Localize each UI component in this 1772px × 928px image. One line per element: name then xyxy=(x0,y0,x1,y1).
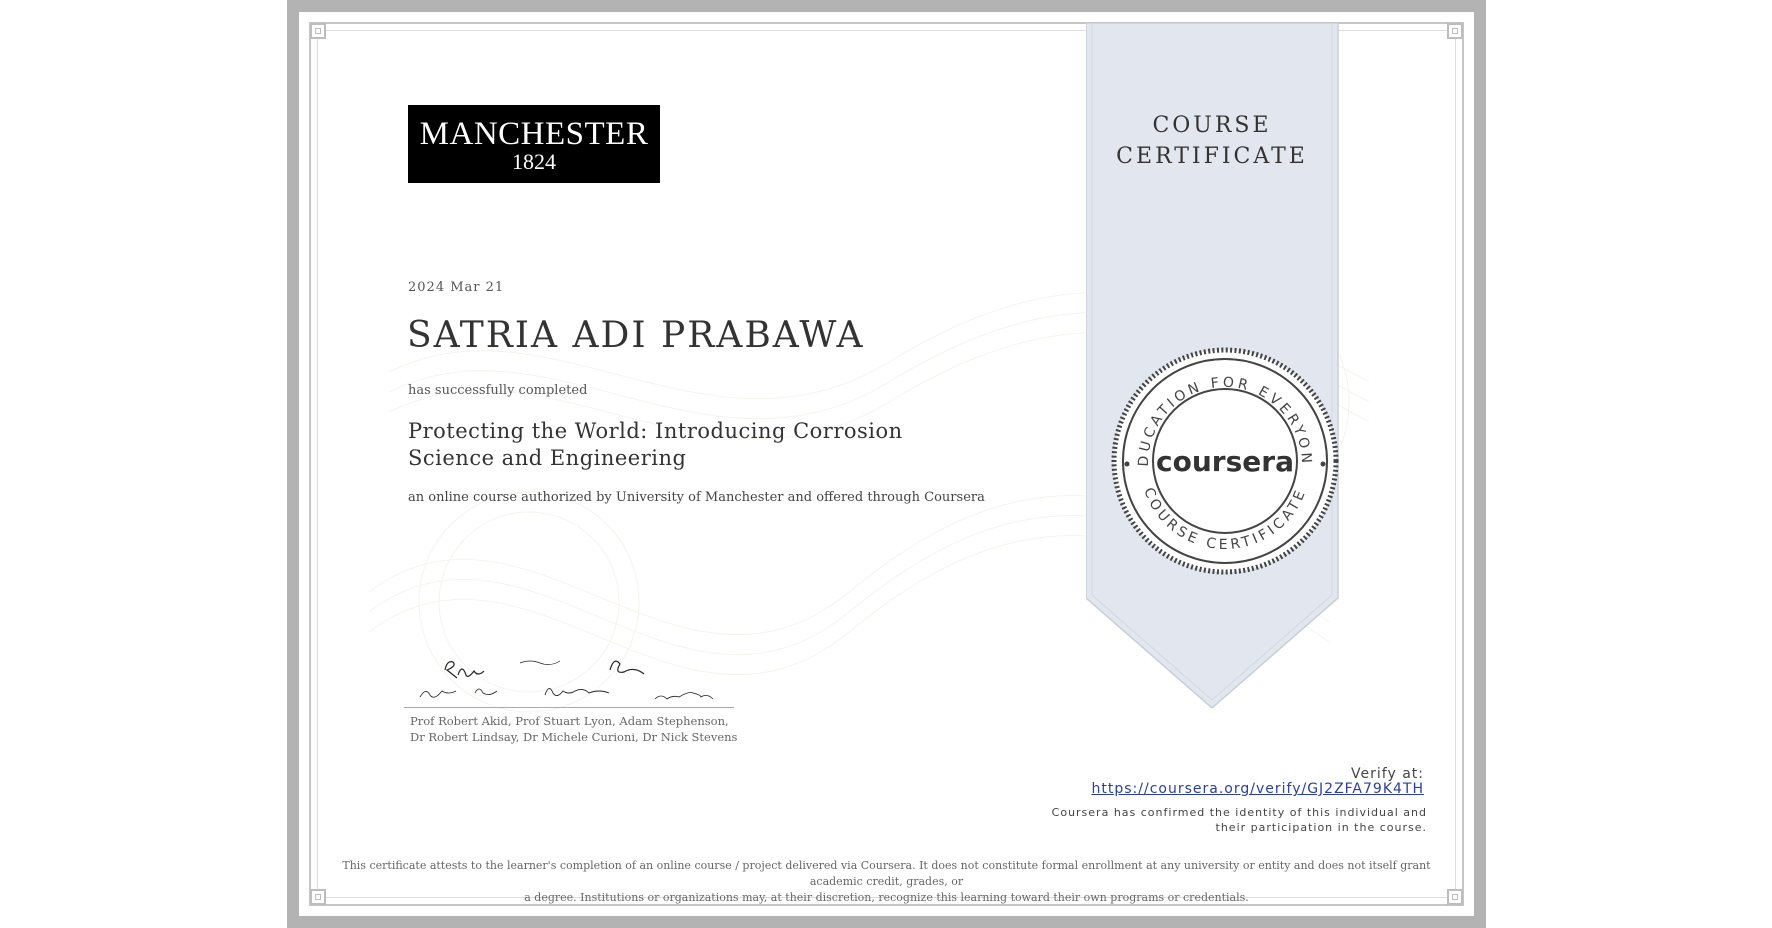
signatory-names: Prof Robert Akid, Prof Stuart Lyon, Adam… xyxy=(410,713,737,745)
recipient-name: SATRIA ADI PRABAWA xyxy=(407,315,865,356)
signature-akid xyxy=(444,661,485,679)
verify-note: Coursera has confirmed the identity of t… xyxy=(1051,806,1427,834)
signatory-line-2: Dr Robert Lindsay, Dr Michele Curioni, D… xyxy=(410,730,738,744)
ribbon-title: COURSE CERTIFICATE xyxy=(1086,110,1338,172)
corner-ornament xyxy=(310,889,326,905)
signature-underline xyxy=(404,707,734,708)
signature-stevens xyxy=(654,692,714,700)
signature-curioni xyxy=(544,688,610,696)
seal-brand: coursera xyxy=(1156,445,1294,478)
verify-label: Verify at: xyxy=(1351,766,1424,782)
signature-stephenson xyxy=(609,660,645,675)
coursera-seal: EDUCATION FOR EVERYONE COURSE CERTIFICAT… xyxy=(1110,346,1339,575)
ribbon-line-2: CERTIFICATE xyxy=(1116,144,1308,169)
completed-text: has successfully completed xyxy=(408,383,588,398)
disclaimer-line-1: This certificate attests to the learner'… xyxy=(342,859,1431,888)
disclaimer-line-2: a degree. Institutions or organizations … xyxy=(524,891,1249,904)
signature-lyon xyxy=(519,660,561,665)
corner-ornament xyxy=(1447,889,1463,905)
logo-name: MANCHESTER xyxy=(419,116,649,152)
completion-date: 2024 Mar 21 xyxy=(408,280,505,295)
verify-link[interactable]: https://coursera.org/verify/GJ2ZFA79K4TH xyxy=(1092,781,1424,797)
manchester-logo: MANCHESTER 1824 xyxy=(408,105,660,183)
course-title: Protecting the World: Introducing Corros… xyxy=(408,419,903,470)
ribbon-line-1: COURSE xyxy=(1152,113,1272,138)
authorized-text: an online course authorized by Universit… xyxy=(408,490,985,505)
logo-year: 1824 xyxy=(512,149,556,174)
corner-ornament xyxy=(1447,23,1463,39)
disclaimer: This certificate attests to the learner'… xyxy=(330,858,1443,906)
signature-lindsay-b xyxy=(474,688,498,695)
signature-lindsay-a xyxy=(419,690,457,698)
corner-ornament xyxy=(310,23,326,39)
signatory-line-1: Prof Robert Akid, Prof Stuart Lyon, Adam… xyxy=(410,714,729,728)
signature-images xyxy=(419,660,714,700)
